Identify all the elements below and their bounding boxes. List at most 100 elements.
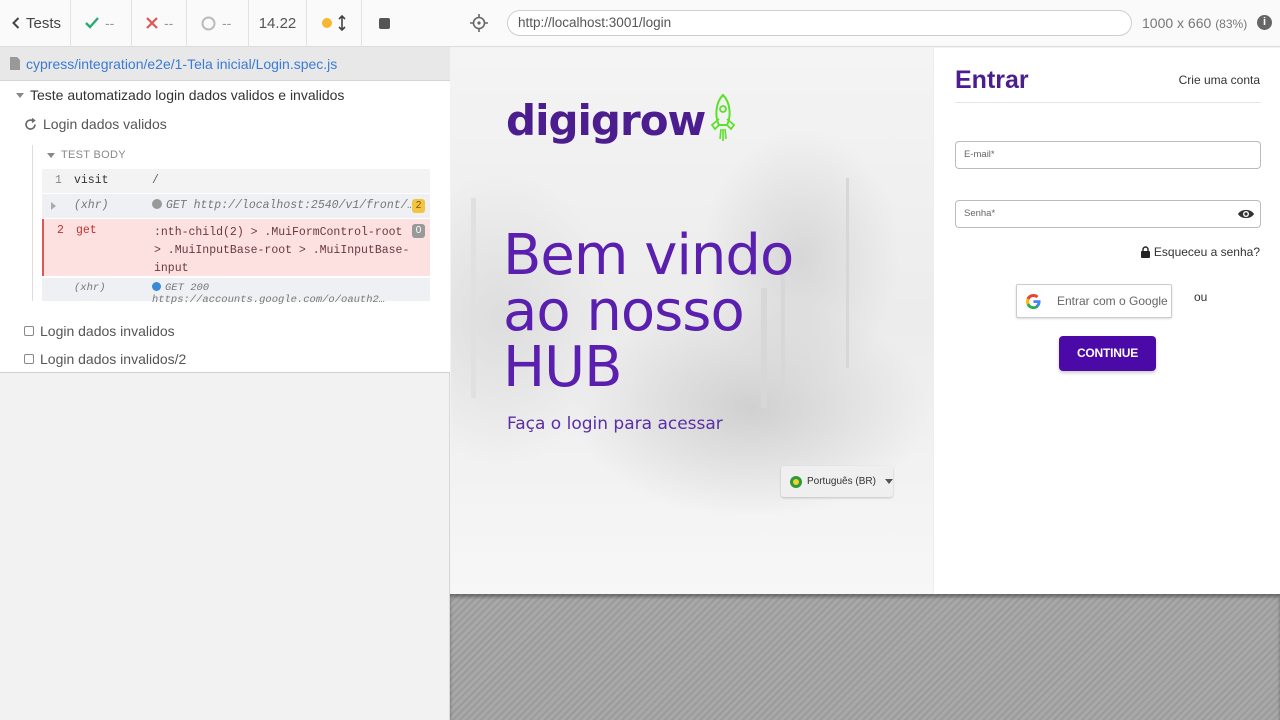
suite-title[interactable]: Teste automatizado login dados validos e… [16, 87, 344, 103]
arrows-vertical-icon [338, 15, 346, 31]
test-body-label: TEST BODY [61, 149, 126, 161]
pending-square-icon [24, 326, 34, 336]
password-placeholder: Senha* [964, 208, 996, 219]
test-body-header[interactable]: TEST BODY [47, 149, 126, 161]
forgot-password-link[interactable]: Esqueceu a senha? [1140, 245, 1260, 259]
runner-topbar: Tests -- -- -- 14.22 [0, 0, 450, 47]
failed-count: -- [164, 15, 174, 31]
pending-stat: -- [187, 0, 249, 47]
count-badge: 2 [412, 199, 425, 213]
failed-stat: -- [132, 0, 187, 47]
spec-path-bar[interactable]: cypress/integration/e2e/1-Tela inicial/L… [0, 47, 450, 81]
test-title: Login dados validos [43, 116, 167, 132]
brand-logo: digigrow [506, 93, 739, 145]
command-visit[interactable]: 1 visit / [42, 169, 430, 193]
duration: 14.22 [249, 0, 307, 47]
auto-scroll-toggle[interactable] [307, 0, 362, 47]
google-signin-button[interactable]: Entrar com o Google [1016, 284, 1172, 318]
eye-icon[interactable] [1237, 207, 1255, 221]
pending-count: -- [222, 15, 232, 31]
crosshair-icon[interactable] [470, 14, 488, 32]
language-select[interactable]: Português (BR) [781, 466, 893, 497]
forgot-password-label: Esqueceu a senha? [1153, 245, 1260, 259]
spec-path[interactable]: cypress/integration/e2e/1-Tela inicial/L… [26, 56, 337, 72]
command-name: visit [74, 174, 109, 187]
tests-label: Tests [26, 14, 62, 32]
test-title: Login dados invalidos [40, 323, 175, 339]
chevron-left-icon [12, 17, 20, 29]
login-panel: Entrar Crie uma conta E-mail* Senha* Esq… [933, 48, 1280, 594]
lock-icon [1140, 246, 1150, 258]
welcome-line: ao nosso [503, 279, 745, 344]
caret-down-icon [16, 92, 24, 98]
divider [955, 102, 1261, 103]
command-message: GET http://localhost:2540/v1/front/… [166, 199, 415, 212]
command-message: / [152, 174, 159, 187]
command-number: 2 [57, 224, 64, 237]
command-xhr[interactable]: (xhr) GET http://localhost:2540/v1/front… [42, 194, 430, 218]
language-label: Português (BR) [807, 476, 876, 487]
command-message: GET 200 https://accounts.google.com/o/oa… [152, 282, 386, 306]
stop-icon [379, 17, 390, 29]
status-dot-icon [152, 199, 162, 209]
aut-header: http://localhost:3001/login 1000 x 660 (… [450, 0, 1280, 47]
pending-square-icon [24, 354, 34, 364]
count-badge: 0 [412, 224, 425, 238]
create-account-link[interactable]: Crie uma conta [1179, 73, 1260, 87]
command-number: 1 [55, 174, 62, 187]
password-field[interactable]: Senha* [955, 200, 1261, 228]
test-item[interactable]: Login dados invalidos [24, 323, 175, 339]
url-bar[interactable]: http://localhost:3001/login [507, 10, 1132, 36]
test-item[interactable]: Login dados validos [24, 116, 167, 132]
running-dot-icon [322, 18, 332, 28]
email-field[interactable]: E-mail* [955, 141, 1261, 169]
login-title: Entrar [955, 66, 1029, 94]
continue-button[interactable]: CONTINUE [1059, 336, 1156, 371]
viewport-size: 1000 x 660 (83%) [1142, 15, 1247, 31]
viewport-background [450, 594, 1280, 720]
status-dot-icon [152, 282, 161, 291]
command-name: get [76, 224, 97, 237]
command-message-wrap: GET 200 https://accounts.google.com/o/oa… [152, 282, 430, 306]
welcome-line: Bem vindo [503, 223, 794, 288]
viewport-scale: (83%) [1215, 17, 1248, 31]
test-title: Login dados invalidos/2 [40, 351, 187, 367]
command-name: (xhr) [74, 282, 106, 294]
or-label: ou [1194, 290, 1208, 304]
google-icon [1026, 293, 1041, 309]
check-icon [85, 17, 99, 29]
command-get[interactable]: 2 get :nth-child(2) > .MuiFormControl-ro… [42, 219, 430, 276]
chevron-down-icon [884, 479, 893, 484]
x-icon [146, 17, 158, 29]
refresh-icon [25, 117, 36, 130]
stop-button[interactable] [362, 0, 407, 47]
suite-label: Teste automatizado login dados validos e… [30, 87, 345, 103]
welcome-heading: Bem vindo ao nosso HUB [503, 228, 903, 396]
command-message: :nth-child(2) > .MuiFormControl-root > .… [154, 226, 410, 275]
email-placeholder: E-mail* [964, 149, 995, 160]
brazil-flag-icon [790, 475, 802, 488]
welcome-subtitle: Faça o login para acessar [507, 414, 723, 434]
command-log: Teste automatizado login dados validos e… [0, 81, 450, 373]
runner-panel: Tests -- -- -- 14.22 cypress/integration… [0, 0, 450, 720]
command-name: (xhr) [74, 199, 109, 212]
caret-right-icon [51, 202, 56, 210]
test-item[interactable]: Login dados invalidos/2 [24, 351, 186, 367]
file-icon [10, 57, 20, 70]
rocket-icon [711, 93, 736, 141]
welcome-line: HUB [503, 335, 623, 400]
passed-count: -- [105, 15, 115, 31]
circle-pending-icon [201, 16, 216, 30]
tests-back-button[interactable]: Tests [0, 0, 71, 47]
command-message-wrap: GET http://localhost:2540/v1/front/… [152, 199, 414, 212]
background-tower [471, 198, 476, 398]
hero-section: digigrow Bem vindo ao nosso HUB Faça o l… [451, 48, 933, 594]
caret-down-icon [47, 152, 55, 158]
viewport-dimensions: 1000 x 660 [1142, 15, 1212, 31]
info-icon[interactable]: i [1257, 15, 1272, 30]
google-button-label: Entrar com o Google [1057, 294, 1168, 308]
passed-stat: -- [71, 0, 132, 47]
test-body: TEST BODY 1 visit / (xhr) GET http://loc… [32, 145, 430, 306]
app-under-test: digigrow Bem vindo ao nosso HUB Faça o l… [451, 48, 1280, 594]
command-xhr[interactable]: (xhr) GET 200 https://accounts.google.co… [42, 278, 430, 306]
